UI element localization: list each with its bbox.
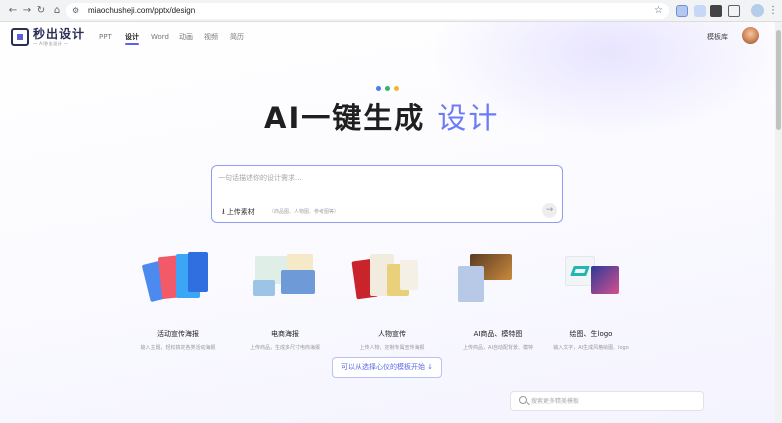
logo[interactable]: 秒出设计 — AI秒出设计 — [11, 27, 89, 48]
extension-icon[interactable] [676, 5, 688, 17]
category-title: 绘图、生logo [569, 330, 613, 338]
category-title: 电商海报 [271, 330, 299, 338]
category-description: 输入文字，AI生成风格绘图、logo [553, 345, 629, 351]
extension-icon[interactable] [694, 5, 706, 17]
nav-active-indicator [125, 43, 139, 45]
yellow-dot [394, 86, 399, 91]
send-button[interactable]: → [542, 203, 557, 218]
choose-template-button[interactable]: 可以从选择心仪的模板开始 ↓ [332, 357, 442, 378]
template-library-link[interactable]: 模板库 [707, 32, 728, 42]
side-panel-icon[interactable] [728, 5, 740, 17]
site-info-icon[interactable]: ⚙ [72, 6, 82, 16]
ecommerce-thumbnail [253, 280, 275, 296]
extension-icon[interactable] [710, 5, 722, 17]
nav-item-animation[interactable]: 动画 [179, 32, 193, 42]
scrollbar-thumb[interactable] [776, 30, 781, 130]
template-search-input[interactable] [531, 395, 696, 408]
green-dot [385, 86, 390, 91]
category-title: 人物宣传 [378, 330, 406, 338]
logo-text: 秒出设计 [33, 27, 86, 41]
upload-icon: ⭳ [222, 207, 225, 216]
browser-toolbar: ← → ↻ ⌂ ⚙ miaochusheji.com/pptx/design ☆… [0, 0, 782, 22]
bookmark-star-icon[interactable]: ☆ [654, 5, 663, 17]
home-icon[interactable]: ⌂ [50, 4, 64, 18]
hero-title: AI一键生成 设计 [264, 100, 514, 140]
logo-subtext: — AI秒出设计 — [33, 41, 69, 46]
art-thumbnail [591, 266, 619, 294]
category-event-poster[interactable]: 活动宣传海报 输入主题，轻松搞定各类活动海报 [118, 248, 238, 358]
category-title: 活动宣传海报 [157, 330, 199, 338]
nav-item-ppt[interactable]: PPT [99, 32, 112, 42]
hero-dots [376, 86, 400, 92]
upload-material-button[interactable]: ⭳ 上传素材 [222, 206, 255, 218]
template-search-box [510, 391, 704, 411]
nav-item-word[interactable]: Word [151, 32, 169, 42]
model-thumbnail [458, 266, 484, 302]
prompt-input[interactable] [218, 171, 548, 185]
page-scrollbar[interactable] [775, 22, 782, 423]
nav-item-video[interactable]: 视频 [204, 32, 218, 42]
arrow-right-icon: → [545, 205, 554, 215]
blue-dot [376, 86, 381, 91]
upload-hint: （商品图、人物图、参考图等） [269, 209, 340, 215]
address-bar[interactable]: ⚙ miaochusheji.com/pptx/design ☆ [66, 3, 669, 19]
poster-thumbnail [188, 252, 208, 292]
upload-label: 上传素材 [226, 208, 255, 216]
nav-item-resume[interactable]: 简历 [230, 32, 244, 42]
laptop-thumbnail [281, 270, 315, 294]
reload-icon[interactable]: ↻ [34, 4, 48, 18]
back-icon[interactable]: ← [6, 4, 20, 18]
browser-menu-icon[interactable]: ⋮ [768, 4, 778, 17]
user-avatar[interactable] [742, 27, 759, 44]
hero-title-main: AI一键生成 [264, 101, 426, 135]
prompt-box: ⭳上传素材 （商品图、人物图、参考图等） → [211, 165, 563, 223]
category-drawing-logo[interactable]: 绘图、生logo 输入文字，AI生成风格绘图、logo [531, 248, 651, 358]
browser-profile-avatar[interactable] [751, 4, 764, 17]
category-ecommerce-poster[interactable]: 电商海报 上传商品，生成多尺寸电商海报 [225, 248, 345, 358]
logo-mark-icon [11, 28, 29, 46]
nav-item-design[interactable]: 设计 [125, 32, 139, 42]
forward-icon[interactable]: → [20, 4, 34, 18]
url-text[interactable]: miaochusheji.com/pptx/design [88, 5, 195, 17]
page-canvas: 秒出设计 — AI秒出设计 — PPT 设计 Word 动画 视频 简历 模板库… [0, 22, 775, 423]
hero-title-accent: 设计 [437, 101, 500, 135]
search-icon [519, 396, 527, 404]
category-person-promo[interactable]: 人物宣传 上传人物，定制专属宣传海报 [332, 248, 452, 358]
person-poster-thumbnail [400, 260, 418, 290]
